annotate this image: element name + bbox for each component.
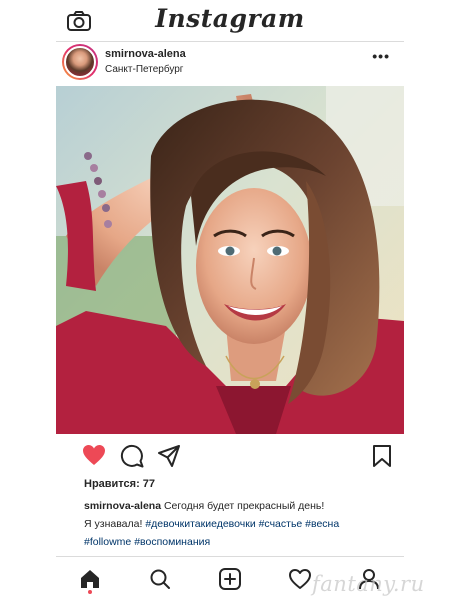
search-icon[interactable] xyxy=(149,568,171,590)
likes-count[interactable]: Нравится: 77 xyxy=(84,478,155,490)
caption-text-2: Я узнавала! xyxy=(84,518,143,530)
caption-line-1: smirnova-alena Сегодня будет прекрасный … xyxy=(84,497,384,515)
more-options-icon[interactable]: ••• xyxy=(372,48,390,64)
avatar-story-ring[interactable] xyxy=(62,44,98,80)
post-caption: smirnova-alena Сегодня будет прекрасный … xyxy=(84,497,384,551)
post-username[interactable]: smirnova-alena xyxy=(105,48,186,60)
caption-line-2: Я узнавала! #девочкитакиедевочки #счасть… xyxy=(84,515,384,533)
share-icon[interactable] xyxy=(157,444,181,468)
heart-icon[interactable] xyxy=(82,444,106,466)
add-icon[interactable] xyxy=(219,568,241,590)
activity-heart-icon[interactable] xyxy=(288,568,312,590)
comment-icon[interactable] xyxy=(120,444,144,468)
caption-text: Сегодня будет прекрасный день! xyxy=(163,500,325,512)
instagram-post-frame: Instagram smirnova-alena Санкт-Петербург… xyxy=(56,0,404,600)
app-logo: Instagram xyxy=(155,4,305,33)
hashtag-list[interactable]: #followme #воспоминания xyxy=(84,536,210,548)
caption-line-3: #followme #воспоминания xyxy=(84,533,384,551)
active-indicator xyxy=(88,590,92,594)
avatar xyxy=(64,46,96,78)
caption-username[interactable]: smirnova-alena xyxy=(84,500,161,512)
top-bar: Instagram xyxy=(56,0,404,42)
post-actions xyxy=(56,434,404,478)
hashtag-list[interactable]: #девочкитакиедевочки #счастье #весна xyxy=(145,518,339,530)
post-header: smirnova-alena Санкт-Петербург ••• xyxy=(56,42,404,86)
watermark: fantany.ru xyxy=(312,572,425,596)
home-icon[interactable] xyxy=(79,568,101,590)
bookmark-icon[interactable] xyxy=(372,444,392,468)
post-photo[interactable] xyxy=(56,86,404,434)
post-location[interactable]: Санкт-Петербург xyxy=(105,64,183,75)
